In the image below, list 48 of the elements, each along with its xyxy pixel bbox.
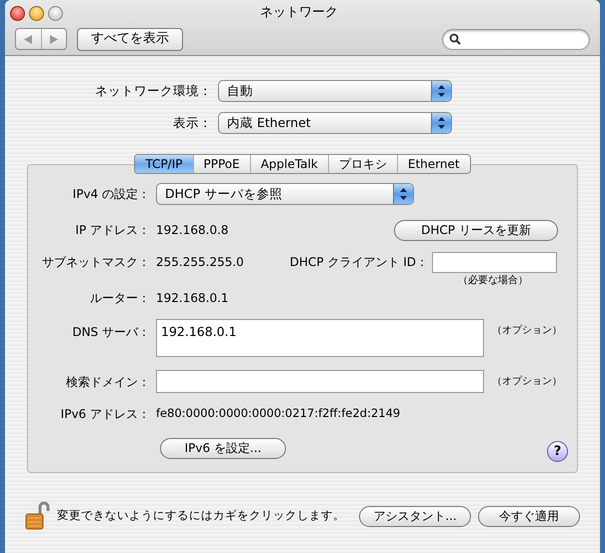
field-label: DNS サーバ： xyxy=(71,324,151,341)
tab[interactable]: Ethernet xyxy=(396,155,470,173)
ip-address-value: 192.168.0.8 xyxy=(156,222,230,239)
field-label: ネットワーク環境： xyxy=(94,82,213,100)
close-button[interactable] xyxy=(10,6,25,20)
unlocked-padlock-icon xyxy=(25,501,51,531)
hint-text: （オプション） xyxy=(492,374,562,389)
help-button[interactable]: ? xyxy=(547,440,568,462)
assistant-button[interactable]: アシスタント... xyxy=(359,506,471,526)
minimize-button[interactable] xyxy=(29,6,44,20)
field-label: DHCP クライアント ID： xyxy=(288,254,429,271)
renew-dhcp-lease-button[interactable]: DHCP リースを更新 xyxy=(394,220,558,240)
client-id-field[interactable] xyxy=(432,252,557,272)
search-icon xyxy=(449,33,461,45)
field-label: IP アドレス： xyxy=(74,222,151,239)
location-popup[interactable]: 自動 xyxy=(218,80,452,102)
tab[interactable]: PPPoE xyxy=(192,155,250,173)
ipv6-address-value: fe80:0000:0000:0000:0217:f2ff:fe2d:2149 xyxy=(156,405,400,422)
field-label: IPv4 の設定： xyxy=(72,186,151,203)
show-popup[interactable]: 内蔵 Ethernet xyxy=(218,112,452,134)
stepper-arrows-icon xyxy=(438,85,445,97)
field-label: ルーター： xyxy=(89,290,151,307)
ipv4-config-popup[interactable]: DHCP サーバを参照 xyxy=(156,183,414,205)
search-field[interactable] xyxy=(442,28,590,50)
lock-hint-text: 変更できないようにするにはカギをクリックします。 xyxy=(57,507,345,524)
search-domains-field[interactable] xyxy=(156,370,484,393)
field-label: 検索ドメイン： xyxy=(65,374,151,390)
stepper-arrows-icon xyxy=(438,117,445,129)
stepper-arrows-icon xyxy=(400,188,407,200)
dns-servers-field[interactable]: 192.168.0.1 xyxy=(156,319,484,357)
field-label: 表示： xyxy=(172,114,213,132)
show-all-button[interactable]: すべてを表示 xyxy=(77,28,183,50)
hint-text: （必要な場合） xyxy=(458,274,528,288)
subnet-mask-value: 255.255.255.0 xyxy=(156,254,245,271)
zoom-button[interactable] xyxy=(48,6,63,20)
tab[interactable]: プロキシ xyxy=(328,155,397,173)
back-arrow-icon xyxy=(24,34,32,44)
router-value: 192.168.0.1 xyxy=(156,290,229,307)
tab[interactable]: AppleTalk xyxy=(250,155,328,173)
field-label: IPv6 アドレス： xyxy=(60,406,151,423)
hint-text: （オプション） xyxy=(492,324,562,338)
field-label: サブネットマスク： xyxy=(41,254,151,271)
window-title: ネットワーク xyxy=(260,4,338,22)
apply-now-button[interactable]: 今すぐ適用 xyxy=(478,506,580,526)
configure-ipv6-button[interactable]: IPv6 を設定... xyxy=(160,438,286,458)
back-forward-buttons[interactable] xyxy=(15,28,67,50)
tab[interactable]: TCP/IP xyxy=(135,155,192,173)
forward-arrow-icon xyxy=(50,34,58,44)
